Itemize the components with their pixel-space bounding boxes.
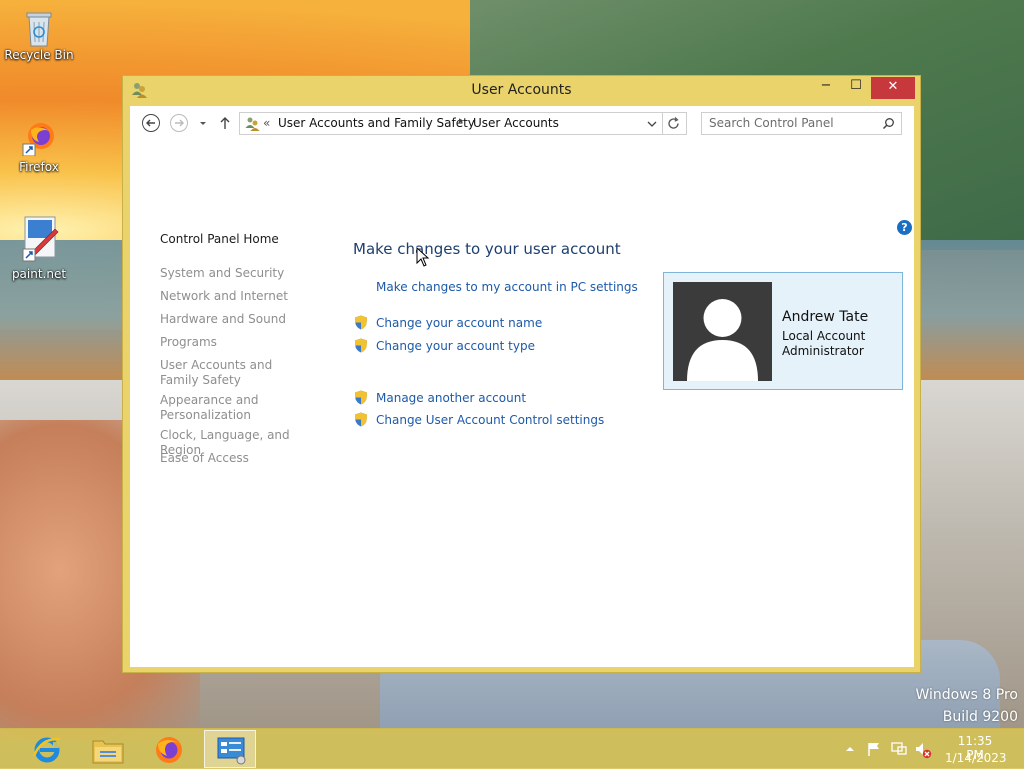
desktop-icon-firefox[interactable]: Firefox xyxy=(1,120,77,174)
show-hidden-icons-button[interactable] xyxy=(844,743,856,755)
taskbar: 11:35 PM 1/14/2023 xyxy=(0,728,1024,769)
user-silhouette-icon xyxy=(687,299,758,381)
windows-watermark: Windows 8 Pro Build 9200 xyxy=(915,684,1018,728)
network-icon xyxy=(891,742,907,755)
desktop-icon-label: Firefox xyxy=(19,160,59,174)
up-button[interactable] xyxy=(218,114,232,132)
search-input[interactable] xyxy=(709,116,874,130)
paint-net-icon xyxy=(21,215,59,263)
close-button[interactable]: ✕ xyxy=(871,77,915,99)
taskbar-control-panel[interactable] xyxy=(204,730,256,768)
account-name: Andrew Tate xyxy=(782,309,869,325)
help-icon: ? xyxy=(901,221,908,234)
help-button[interactable]: ? xyxy=(897,220,912,235)
uac-shield-icon xyxy=(354,338,368,353)
control-panel-icon xyxy=(244,116,260,132)
recent-locations-button[interactable] xyxy=(198,117,208,129)
window-client-area: « User Accounts and Family Safety ▸ User… xyxy=(130,106,914,667)
avatar xyxy=(673,282,772,381)
close-icon: ✕ xyxy=(887,79,899,94)
pc-settings-link[interactable]: Make changes to my account in PC setting… xyxy=(376,280,638,294)
address-overflow-marker[interactable]: « xyxy=(263,116,270,130)
watermark-edition: Windows 8 Pro xyxy=(915,687,1018,703)
window-title: User Accounts xyxy=(471,82,572,98)
refresh-icon xyxy=(668,117,679,129)
flag-icon xyxy=(868,743,879,756)
control-panel-icon xyxy=(217,737,246,765)
address-bar[interactable]: « User Accounts and Family Safety ▸ User… xyxy=(239,112,663,135)
nav-link-hardware-and-sound[interactable]: Hardware and Sound xyxy=(160,312,330,327)
breadcrumb-user-accounts[interactable]: User Accounts xyxy=(473,116,559,130)
nav-link-user-accounts-and-family-safety[interactable]: User Accounts and Family Safety xyxy=(160,358,310,388)
watermark-build: Build 9200 xyxy=(942,709,1018,725)
account-type: Local Account xyxy=(782,329,866,343)
uac-shield-icon xyxy=(354,412,368,427)
firefox-icon xyxy=(21,120,57,157)
back-button[interactable] xyxy=(142,114,160,132)
maximize-icon: ☐ xyxy=(850,78,862,93)
page-heading: Make changes to your user account xyxy=(353,240,621,258)
navigation-bar: « User Accounts and Family Safety ▸ User… xyxy=(130,106,914,142)
taskbar-internet-explorer[interactable] xyxy=(21,730,73,768)
chevron-up-icon xyxy=(846,747,854,751)
forward-button[interactable] xyxy=(170,114,188,132)
up-arrow-icon xyxy=(220,117,230,129)
internet-explorer-icon xyxy=(32,737,61,763)
speaker-muted-icon xyxy=(916,743,932,759)
search-box[interactable] xyxy=(701,112,902,135)
change-account-name-link[interactable]: Change your account name xyxy=(376,316,542,330)
chevron-down-icon xyxy=(200,122,206,125)
uac-shield-icon xyxy=(354,315,368,330)
recycle-bin-icon xyxy=(21,8,57,47)
nav-link-programs[interactable]: Programs xyxy=(160,335,330,350)
taskbar-firefox[interactable] xyxy=(143,730,195,768)
back-arrow-icon xyxy=(146,119,155,127)
desktop-icon-label: Recycle Bin xyxy=(4,48,74,62)
title-bar[interactable]: User Accounts − ☐ ✕ xyxy=(123,76,920,104)
maximize-button[interactable]: ☐ xyxy=(841,76,871,98)
change-account-type-link[interactable]: Change your account type xyxy=(376,339,535,353)
action-center-flag[interactable] xyxy=(866,741,882,757)
account-card: Andrew Tate Local Account Administrator xyxy=(663,272,903,390)
user-accounts-window: User Accounts − ☐ ✕ « User Accounts and … xyxy=(122,75,921,673)
search-icon[interactable] xyxy=(882,117,895,130)
nav-link-system-and-security[interactable]: System and Security xyxy=(160,266,330,281)
nav-link-ease-of-access[interactable]: Ease of Access xyxy=(160,451,330,466)
breadcrumb-separator[interactable]: ▸ xyxy=(459,116,464,126)
clock-date[interactable]: 1/14/2023 xyxy=(945,751,1007,765)
firefox-icon xyxy=(156,737,182,763)
taskbar-file-explorer[interactable] xyxy=(82,730,134,768)
forward-arrow-icon xyxy=(175,119,184,127)
minimize-button[interactable]: − xyxy=(811,76,841,98)
account-role: Administrator xyxy=(782,344,864,358)
refresh-button[interactable] xyxy=(663,112,687,135)
desktop-icon-recycle-bin[interactable]: Recycle Bin xyxy=(1,8,77,62)
volume-status[interactable] xyxy=(914,741,932,759)
manage-another-account-link[interactable]: Manage another account xyxy=(376,391,526,405)
nav-link-appearance-and-personalization[interactable]: Appearance and Personalization xyxy=(160,393,270,423)
file-explorer-icon xyxy=(92,740,124,764)
desktop-icon-paint-net[interactable]: paint.net xyxy=(1,215,77,281)
chevron-down-icon xyxy=(647,121,657,127)
uac-settings-link[interactable]: Change User Account Control settings xyxy=(376,413,604,427)
address-dropdown-button[interactable] xyxy=(646,117,658,131)
network-status[interactable] xyxy=(890,741,908,757)
desktop-icon-label: paint.net xyxy=(11,267,67,281)
mouse-cursor-icon xyxy=(416,247,430,267)
control-panel-home-link[interactable]: Control Panel Home xyxy=(160,232,279,246)
breadcrumb-user-accounts-family-safety[interactable]: User Accounts and Family Safety xyxy=(278,116,475,130)
uac-shield-icon xyxy=(354,390,368,405)
nav-link-network-and-internet[interactable]: Network and Internet xyxy=(160,289,330,304)
minimize-icon: − xyxy=(820,78,832,93)
